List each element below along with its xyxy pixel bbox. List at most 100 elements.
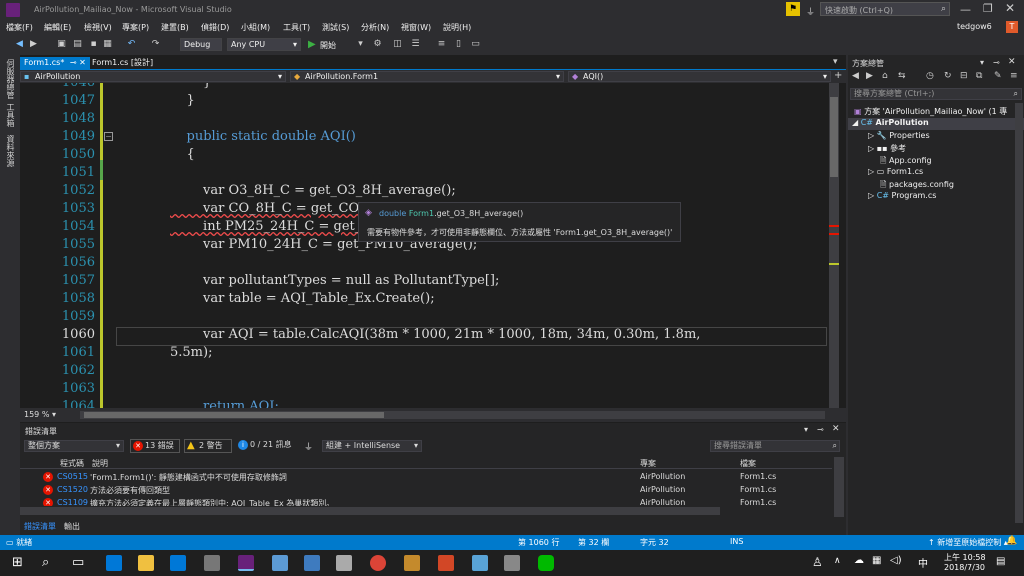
configuration-select[interactable]: Debug xyxy=(180,38,222,51)
tray-expand-icon[interactable]: ∧ xyxy=(834,556,841,566)
error-row[interactable]: ✕ CS0515 'Form1.Form1()': 靜態建構函式中不可使用存取修… xyxy=(20,471,832,483)
build-filter-select[interactable]: 組建 + IntelliSense ▾ xyxy=(322,440,422,452)
member-select[interactable]: ◆ AQI() ▾ xyxy=(568,71,831,82)
properties-icon[interactable]: ≡ xyxy=(1010,71,1018,81)
volume-icon[interactable]: ◁) xyxy=(890,555,902,566)
undo-icon[interactable]: ↶ xyxy=(126,39,137,50)
app-icon[interactable] xyxy=(336,555,352,571)
error-list-hscrollbar[interactable] xyxy=(20,507,720,515)
expand-icon[interactable]: ▷ xyxy=(868,144,877,153)
split-add-icon[interactable]: + xyxy=(834,70,842,81)
bookmark-icon[interactable]: ▯ xyxy=(453,39,464,50)
bookmark-next-icon[interactable]: ▭ xyxy=(470,39,481,50)
browser-icon[interactable]: ◫ xyxy=(392,39,403,50)
line-icon[interactable] xyxy=(538,555,554,571)
tree-item-references[interactable]: ▷ ▪▪ 參考 xyxy=(868,143,906,154)
tab-overflow-icon[interactable]: ▾ xyxy=(833,57,838,67)
start-icon[interactable]: ▶ xyxy=(308,39,316,50)
scrollbar-thumb[interactable] xyxy=(84,412,384,418)
tab-output[interactable]: 輸出 xyxy=(64,521,80,532)
pin-icon[interactable]: ⊸ xyxy=(70,58,77,67)
home-icon[interactable]: ⌂ xyxy=(882,71,888,81)
solution-search-input[interactable]: 搜尋方案總管 (Ctrl+;) ⌕ xyxy=(850,88,1022,100)
tab-form1-designer[interactable]: Form1.cs [設計] xyxy=(88,57,157,69)
clock-time[interactable]: 上午 10:58 xyxy=(944,552,986,563)
close-panel-icon[interactable]: ✕ xyxy=(1008,57,1016,67)
action-center-icon[interactable]: ▤ xyxy=(996,556,1005,567)
app-icon[interactable] xyxy=(304,555,320,571)
tab-error-list[interactable]: 錯誤清單 xyxy=(24,521,56,532)
messages-filter-button[interactable]: i 0 / 21 訊息 xyxy=(236,439,298,453)
redo-icon[interactable]: ↷ xyxy=(150,39,161,50)
add-to-source-control[interactable]: ↑ 新增至原始檔控制 ▴ xyxy=(928,537,1008,548)
app-icon[interactable] xyxy=(404,555,420,571)
column-code[interactable]: 程式碼 xyxy=(60,458,84,469)
history-icon[interactable]: ◷ xyxy=(926,71,934,81)
errors-filter-button[interactable]: ✕ 13 錯誤 xyxy=(130,439,180,453)
error-search-input[interactable]: 搜尋錯誤清單 ⌕ xyxy=(710,440,840,452)
wrench-icon[interactable]: ✎ xyxy=(994,71,1002,81)
visual-studio-taskbar-icon[interactable] xyxy=(238,555,254,571)
app-icon[interactable] xyxy=(272,555,288,571)
file-explorer-icon[interactable] xyxy=(138,555,154,571)
project-select[interactable]: ▪ AirPollution ▾ xyxy=(20,71,286,82)
solution-scrollbar[interactable] xyxy=(1015,103,1023,523)
quick-launch-input[interactable]: 快速啟動 (Ctrl+Q) ⌕ xyxy=(820,2,950,16)
platform-select[interactable]: Any CPU ▾ xyxy=(227,38,301,51)
menu-tools[interactable]: 工具(T) xyxy=(283,22,310,33)
column-description[interactable]: 說明 xyxy=(92,458,108,469)
tab-form1-cs[interactable]: Form1.cs* ⊸ ✕ xyxy=(20,57,90,69)
app-icon[interactable] xyxy=(472,555,488,571)
cloud-icon[interactable]: ☁ xyxy=(854,555,864,566)
close-button[interactable]: ✕ xyxy=(1005,1,1015,15)
filter-icon[interactable]: ⏚ xyxy=(806,5,815,18)
align-icon[interactable]: ☰ xyxy=(410,39,421,50)
menu-build[interactable]: 建置(B) xyxy=(161,22,189,33)
debug-icon[interactable]: ⚙ xyxy=(372,39,383,50)
menu-analyze[interactable]: 分析(N) xyxy=(361,22,389,33)
back-icon[interactable]: ◀ xyxy=(14,39,25,50)
expand-icon[interactable]: ▷ xyxy=(868,131,877,140)
panel-menu-icon[interactable]: ▾ xyxy=(804,425,808,434)
expand-icon[interactable]: ▷ xyxy=(868,167,877,176)
edge-icon[interactable] xyxy=(106,555,122,571)
minimize-button[interactable]: — xyxy=(960,3,971,16)
filter-icon[interactable]: ⏚ xyxy=(304,440,313,453)
network-icon[interactable]: ▦ xyxy=(872,555,881,566)
language-icon[interactable]: 中 xyxy=(918,555,928,570)
collapse-toggle[interactable]: − xyxy=(104,132,113,141)
back-icon[interactable]: ◀ xyxy=(852,71,859,81)
code-editor[interactable]: − 1046 1047 1048 1049 1050 1051 1052 105… xyxy=(20,83,846,408)
pin-icon[interactable]: ⊸ xyxy=(993,58,1000,67)
collapse-all-icon[interactable]: ⊟ xyxy=(960,71,968,81)
error-code[interactable]: CS1520 xyxy=(57,485,88,494)
close-tab-icon[interactable]: ✕ xyxy=(79,58,86,67)
store-icon[interactable] xyxy=(170,555,186,571)
forward-icon[interactable]: ▶ xyxy=(866,71,873,81)
expand-icon[interactable]: ▷ xyxy=(868,191,877,200)
save-all-icon[interactable]: ▦ xyxy=(102,39,113,50)
menu-team[interactable]: 小組(M) xyxy=(241,22,270,33)
user-name[interactable]: tedgow6 xyxy=(957,22,992,31)
comment-icon[interactable]: ≡ xyxy=(436,39,447,50)
menu-test[interactable]: 測試(S) xyxy=(322,22,349,33)
expand-icon[interactable]: ◢ xyxy=(852,118,861,127)
save-icon[interactable]: ▪ xyxy=(88,39,99,50)
menu-debug[interactable]: 偵錯(D) xyxy=(201,22,229,33)
zoom-level[interactable]: 159 % xyxy=(24,410,49,419)
panel-menu-icon[interactable]: ▾ xyxy=(980,58,984,67)
tree-item-form1[interactable]: ▷ ▭ Form1.cs xyxy=(868,167,923,176)
start-dropdown-icon[interactable]: ▾ xyxy=(355,39,366,50)
task-view-icon[interactable]: ▭ xyxy=(72,555,84,570)
tab-data-sources[interactable]: 資料來源 xyxy=(5,135,16,167)
error-code[interactable]: CS1109 xyxy=(57,498,88,506)
column-project[interactable]: 專案 xyxy=(640,458,656,469)
photos-icon[interactable] xyxy=(504,555,520,571)
column-file[interactable]: 檔案 xyxy=(740,458,756,469)
menu-help[interactable]: 說明(H) xyxy=(443,22,471,33)
error-row[interactable]: ✕ CS1109 擴充方法必須定義在最上層靜態類別中; AQI_Table_Ex… xyxy=(20,497,832,506)
powerpoint-icon[interactable] xyxy=(438,555,454,571)
search-icon[interactable]: ⌕ xyxy=(42,555,49,570)
error-code[interactable]: CS0515 xyxy=(57,472,88,481)
windows-start-icon[interactable]: ⊞ xyxy=(12,555,23,570)
